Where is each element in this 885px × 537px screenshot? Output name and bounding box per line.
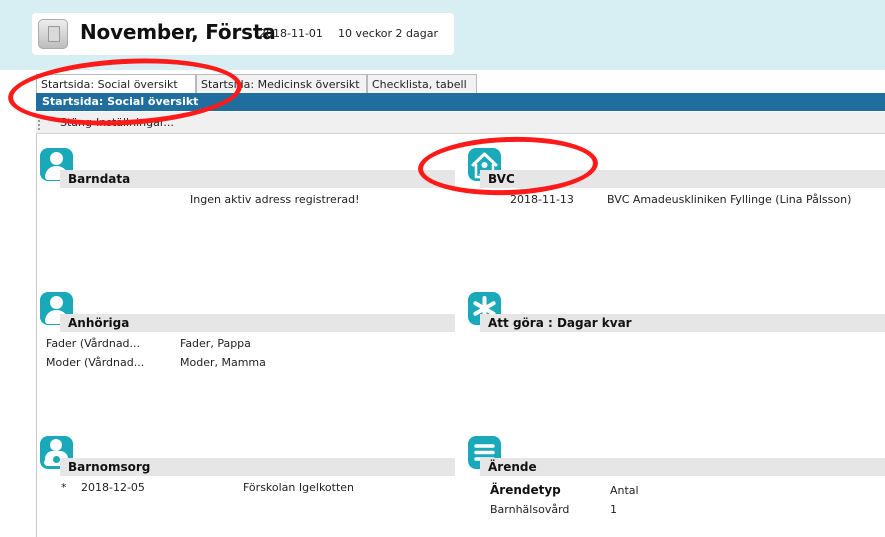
section-header-barnomsorg: Barnomsorg: [60, 458, 455, 476]
patient-record-icon: [38, 19, 68, 49]
bvc-date: 2018-11-13: [510, 193, 574, 206]
annotation-circle-bvc: [417, 133, 599, 199]
panel-left-border: [36, 134, 37, 537]
barndata-message: Ingen aktiv adress registrerad!: [190, 193, 360, 206]
patient-age: 10 veckor 2 dagar: [338, 27, 439, 40]
patient-name: November, Första: [80, 20, 276, 44]
childcare-place[interactable]: Förskolan Igelkotten: [243, 481, 354, 494]
section-header-anhoriga: Anhöriga: [60, 314, 455, 332]
close-button[interactable]: Stäng: [60, 116, 92, 129]
toolbar: Stäng Inställningar...: [36, 112, 885, 134]
relative-role: Fader (Vårdnad...: [46, 337, 141, 350]
section-header-bvc: BVC: [480, 170, 885, 188]
tab-social-overview[interactable]: Startsida: Social översikt: [36, 74, 196, 93]
relative-name[interactable]: Moder, Mamma: [180, 356, 266, 369]
section-header-arende: Ärende: [480, 458, 885, 476]
childcare-date: 2018-12-05: [81, 481, 145, 494]
patient-birthdate: 2018-11-01: [259, 27, 323, 40]
relative-role: Moder (Vårdnad...: [46, 356, 145, 369]
tab-checklist-table[interactable]: Checklista, tabell: [367, 74, 477, 93]
childcare-marker: *: [61, 481, 67, 494]
section-header-attgora: Att göra : Dagar kvar: [480, 314, 885, 332]
relative-name[interactable]: Fader, Pappa: [180, 337, 251, 350]
patient-card: November, Första 2018-11-01 10 veckor 2 …: [32, 13, 454, 55]
settings-button[interactable]: Inställningar...: [96, 116, 174, 129]
arende-count: 1: [610, 503, 617, 516]
arende-type[interactable]: Barnhälsovård: [490, 503, 569, 516]
toolbar-grip[interactable]: [38, 116, 40, 130]
bvc-clinic[interactable]: BVC Amadeuskliniken Fyllinge (Lina Pålss…: [607, 193, 851, 206]
panel-title: Startsida: Social översikt: [36, 93, 885, 111]
section-header-barndata: Barndata: [60, 170, 455, 188]
arende-count-header: Antal: [610, 484, 639, 497]
arende-type-header: Ärendetyp: [490, 483, 561, 497]
tab-medical-overview[interactable]: Startsida: Medicinsk översikt: [196, 74, 367, 93]
